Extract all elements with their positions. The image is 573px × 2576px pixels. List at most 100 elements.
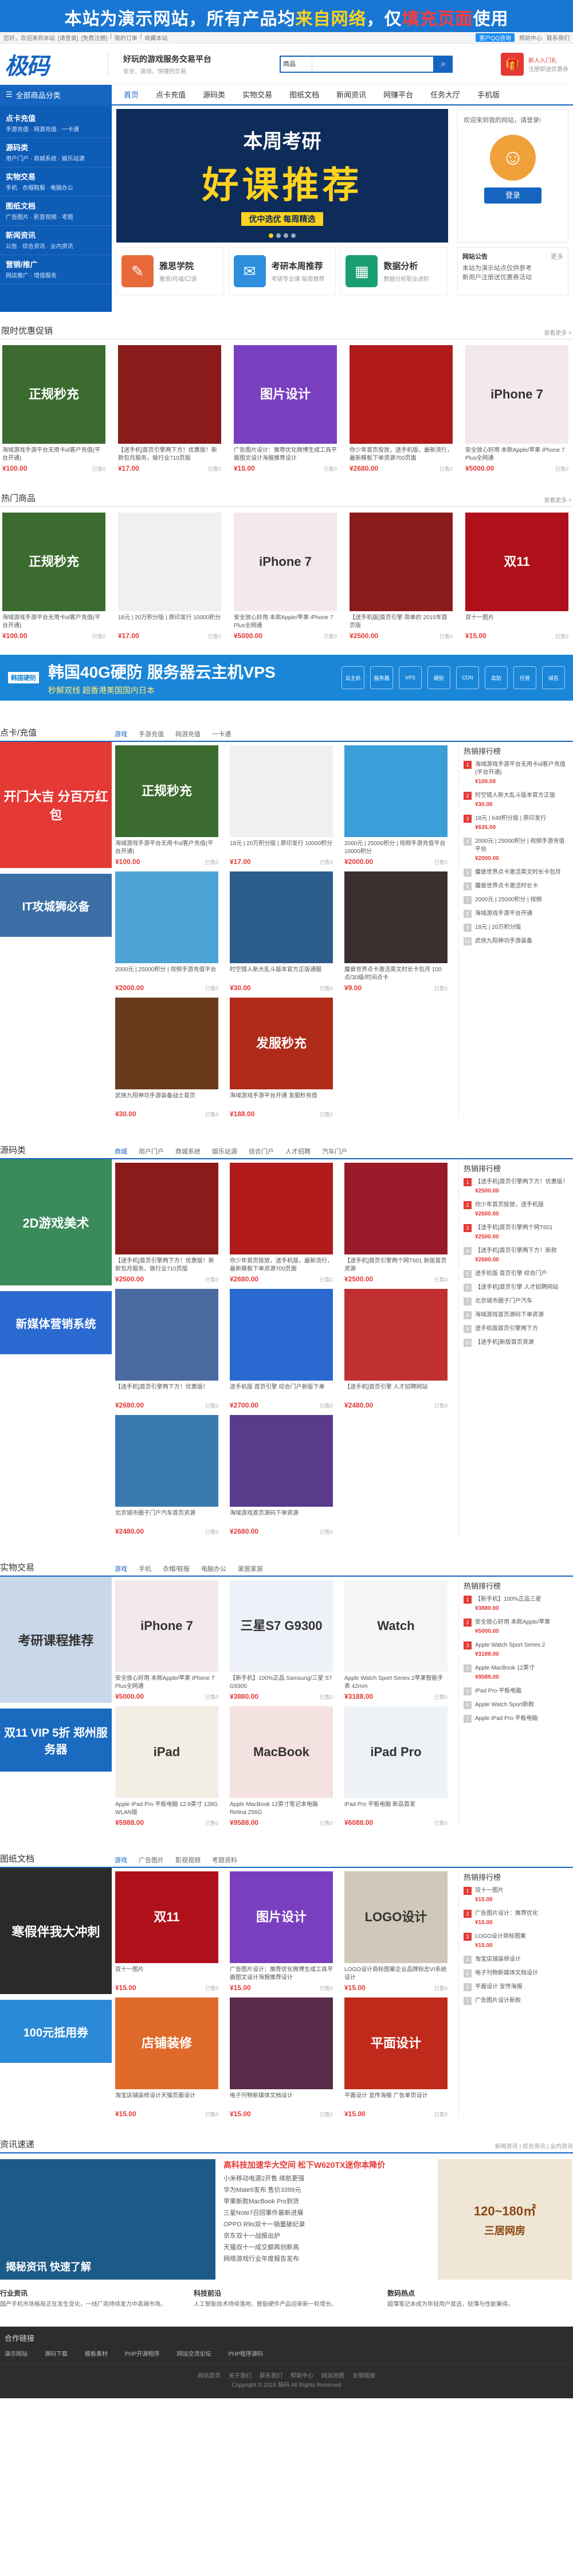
product-title[interactable]: 北京城市圈子门户汽车首页资源 [115, 1510, 218, 1526]
news-item[interactable]: 三星Note7召回事件最新进展 [223, 2207, 430, 2219]
search-type-select[interactable]: 商品 [280, 55, 312, 73]
ranking-item[interactable]: 1 【送手机]首页引擎两下方！优惠版！ ¥2500.00 [464, 1178, 568, 1195]
block-left-ad-bottom[interactable]: 100元抵用券 [0, 2000, 112, 2063]
ranking-item[interactable]: 7 Apple iPad Pro 平板电脑 [464, 1715, 568, 1723]
footer-link[interactable]: 关于我们 [229, 2372, 252, 2381]
product-image[interactable]: iPhone 7 [234, 513, 337, 611]
product-image[interactable] [230, 1415, 333, 1507]
product-image[interactable] [344, 1163, 448, 1254]
ad-service-icon[interactable]: 云主机 [342, 666, 364, 689]
footer-link[interactable]: 联系我们 [260, 2372, 282, 2381]
product-image[interactable]: Watch [344, 1580, 448, 1672]
product-card[interactable]: 魔兽世界点卡激活英文时长卡包月 100点/30级/时间点卡 ¥9.00 已售0 [344, 871, 448, 992]
server-ad-banner[interactable]: 韩国硬防 韩国40G硬防 服务器云主机VPS 秒解双线 超香港美国国内日本 云主… [0, 655, 573, 701]
product-card[interactable]: iPhone 7 安全放心好用 本款Apple/苹果 iPhone 7 Plus全… [465, 345, 568, 472]
qq-contact-button[interactable]: 客户QQ咨询 [476, 33, 515, 42]
product-card[interactable]: 双11 双十一图片 ¥15.00 已售0 [115, 1871, 218, 1992]
news-feature-image[interactable]: 揭秘资讯 快速了解 [0, 2159, 215, 2280]
product-image[interactable]: 发服秒充 [230, 998, 333, 1089]
notice-item[interactable]: 本站为演示站点仅供参考 [462, 264, 563, 273]
footer-link[interactable]: 网站首页 [198, 2372, 221, 2381]
block-tab[interactable]: 人才招聘 [285, 1147, 311, 1156]
product-card[interactable]: 你少年首页投放，送手机版，最新流行，最新模板下单资源700页面 ¥2680.00 已… [350, 345, 453, 472]
ad-service-icon[interactable]: CDN [456, 666, 479, 689]
hero-tile[interactable]: ✉ 考研本周推荐 考研专业课 每周推荐 [228, 247, 336, 295]
topbar-link[interactable]: [请登录] [58, 33, 79, 42]
ranking-item[interactable]: 1 【新手机】100%正品三星 ¥3880.00 [464, 1596, 568, 1613]
product-title[interactable]: 安全放心好用 本款Apple/苹果 iPhone 7 Plus全网通 [234, 614, 337, 630]
footer-link[interactable]: 友情链接 [352, 2372, 375, 2381]
product-card[interactable]: Watch Apple Watch Sport Series 2苹果智能手表 42… [344, 1580, 448, 1701]
news-item[interactable]: 网络游戏行业年度报告发布 [223, 2253, 430, 2265]
block-left-ad-top[interactable]: 考研课程推荐 [0, 1577, 112, 1703]
product-title[interactable]: 18元 | 20万积分版 | 原印发行 10000积分 [118, 614, 221, 630]
hero-tile[interactable]: ✎ 雅思学院 雅思/托福/口语 [116, 247, 224, 295]
nav-item[interactable]: 任务大厅 [422, 85, 469, 104]
news-item[interactable]: 小米移动电源2开售 续航更强 [223, 2173, 430, 2184]
block-tab[interactable]: 衣帽/鞋服 [163, 1564, 190, 1573]
product-title[interactable]: 你少年首页投放，送手机版，最新流行，最新模板下单资源700页面 [230, 1257, 333, 1273]
product-title[interactable]: Apple Watch Sport Series 2苹果智能手表 42mm [344, 1675, 448, 1691]
product-image[interactable] [350, 345, 453, 444]
side-category-group[interactable]: 营销/推广 网店推广 · 增值服务 [0, 255, 112, 284]
topbar-right-link[interactable]: 帮助中心 [519, 33, 542, 42]
product-image[interactable]: iPad Pro [344, 1706, 448, 1798]
product-card[interactable]: 2000元 | 25000积分 | 视频手游充值平台 ¥2000.00 已售0 [115, 871, 218, 992]
product-card[interactable]: 平面设计 平面设计 宣传海报 广告单页设计 ¥15.00 已售0 [344, 1998, 448, 2118]
product-image[interactable] [115, 1163, 218, 1254]
product-title[interactable]: 海域游戏手游平台无用卡id客户充值(平台开通) [2, 614, 105, 630]
nav-item[interactable]: 网赚平台 [375, 85, 422, 104]
partner-link[interactable]: 演示网站 [5, 2349, 28, 2358]
ranking-item[interactable]: 3 【送手机]首页引擎两个网T601 ¥2500.00 [464, 1224, 568, 1241]
product-title[interactable]: 魔兽世界点卡激活英文时长卡包月 100点/30级/时间点卡 [344, 966, 448, 982]
nav-item[interactable]: 实物交易 [234, 85, 281, 104]
ad-service-icon[interactable]: 服务器 [370, 666, 393, 689]
product-card[interactable]: 店铺装修 淘宝店铺装修设计天猫页面设计 ¥15.00 已售0 [115, 1998, 218, 2118]
topbar-right-link[interactable]: 联系我们 [547, 33, 570, 42]
ranking-item[interactable]: 2 广告图片设计：推荐优化 ¥15.00 [464, 1910, 568, 1927]
ranking-item[interactable]: 10 【送手机]新版首页资源 [464, 1339, 568, 1347]
product-image[interactable]: 图片设计 [230, 1871, 333, 1963]
carousel-dots[interactable] [269, 233, 296, 238]
limited-offers-more[interactable]: 查看更多 > [544, 328, 572, 337]
product-title[interactable]: 【送手机]首页引擎两下方！优惠版！新款包月服务，做行业710页版 [118, 447, 221, 463]
product-card[interactable]: 你少年首页投放，送手机版，最新流行，最新模板下单资源700页面 ¥2680.00 已… [230, 1163, 333, 1283]
partner-link[interactable]: PHP程序源码 [229, 2349, 264, 2358]
product-card[interactable]: 时空猎人新大乱斗版本官方正版通服 ¥30.00 已售0 [230, 871, 333, 992]
ranking-item[interactable]: 8 海域游戏手游平台开通 [464, 910, 568, 918]
product-image[interactable]: iPhone 7 [115, 1580, 218, 1672]
news-column-title[interactable]: 行业资讯 [0, 2289, 186, 2298]
product-image[interactable] [118, 513, 221, 611]
ad-service-icon[interactable]: 托管 [513, 666, 536, 689]
product-title[interactable]: 安全放心好用 本款Apple/苹果 iPhone 7 Plus全网通 [465, 447, 568, 463]
ranking-item[interactable]: 1 双十一图片 ¥15.00 [464, 1887, 568, 1904]
block-tab[interactable]: 游戏 [115, 1564, 127, 1573]
product-title[interactable]: 广告图片设计：推荐优化微博生成工具平面图文设计海报推荐设计 [230, 1966, 333, 1982]
product-title[interactable]: Apple iPad Pro 平板电脑 12.9英寸 128G WLAN版 [115, 1801, 218, 1817]
top-promo-banner[interactable]: 本站为演示网站，所有产品均来自网络，仅填充页面使用 [0, 0, 573, 32]
nav-item[interactable]: 首页 [115, 85, 147, 104]
ad-service-icon[interactable]: 硬防 [427, 666, 450, 689]
product-image[interactable] [344, 1289, 448, 1381]
block-tab[interactable]: 综合门户 [249, 1147, 274, 1156]
news-item[interactable]: OPPO R9s双十一销量破纪录 [223, 2219, 430, 2230]
product-title[interactable]: 时空猎人新大乱斗版本官方正版通服 [230, 966, 333, 982]
block-tab[interactable]: 用户门户 [139, 1147, 164, 1156]
product-title[interactable]: 武侠九阳神功手游装备战士首页 [115, 1092, 218, 1108]
partner-link[interactable]: 网站交流论坛 [177, 2349, 211, 2358]
product-image[interactable]: 平面设计 [344, 1998, 448, 2089]
product-card[interactable]: 正规秒充 海域游戏手游平台无用卡id客户充值(平台开通) ¥100.00 已售0 [2, 513, 105, 640]
product-image[interactable] [230, 1163, 333, 1254]
product-card[interactable]: 北京城市圈子门户汽车首页资源 ¥2480.00 已售0 [115, 1415, 218, 1535]
ranking-item[interactable]: 3 Apple Watch Sport Series 2 ¥3188.00 [464, 1641, 568, 1659]
product-card[interactable]: 送手机版 首页引擎 综合门户新版下单 ¥2700.00 已售0 [230, 1289, 333, 1409]
nav-item[interactable]: 源码类 [194, 85, 234, 104]
ranking-item[interactable]: 4 【送手机]首页引擎两下方！新款 ¥2680.00 [464, 1247, 568, 1264]
block-tab[interactable]: 一卡通 [212, 729, 231, 738]
topbar-link[interactable]: [免费注册] [81, 33, 108, 42]
product-image[interactable] [230, 871, 333, 963]
product-card[interactable]: 图片设计 广告图片设计：推荐优化微博生成工具平面图文设计海报推荐设计 ¥15.00 已… [234, 345, 337, 472]
ranking-item[interactable]: 6 【送手机]首页引擎 人才招聘网站 [464, 1284, 568, 1292]
news-item[interactable]: 京东双十一战报出炉 [223, 2230, 430, 2242]
product-image[interactable] [350, 513, 453, 611]
